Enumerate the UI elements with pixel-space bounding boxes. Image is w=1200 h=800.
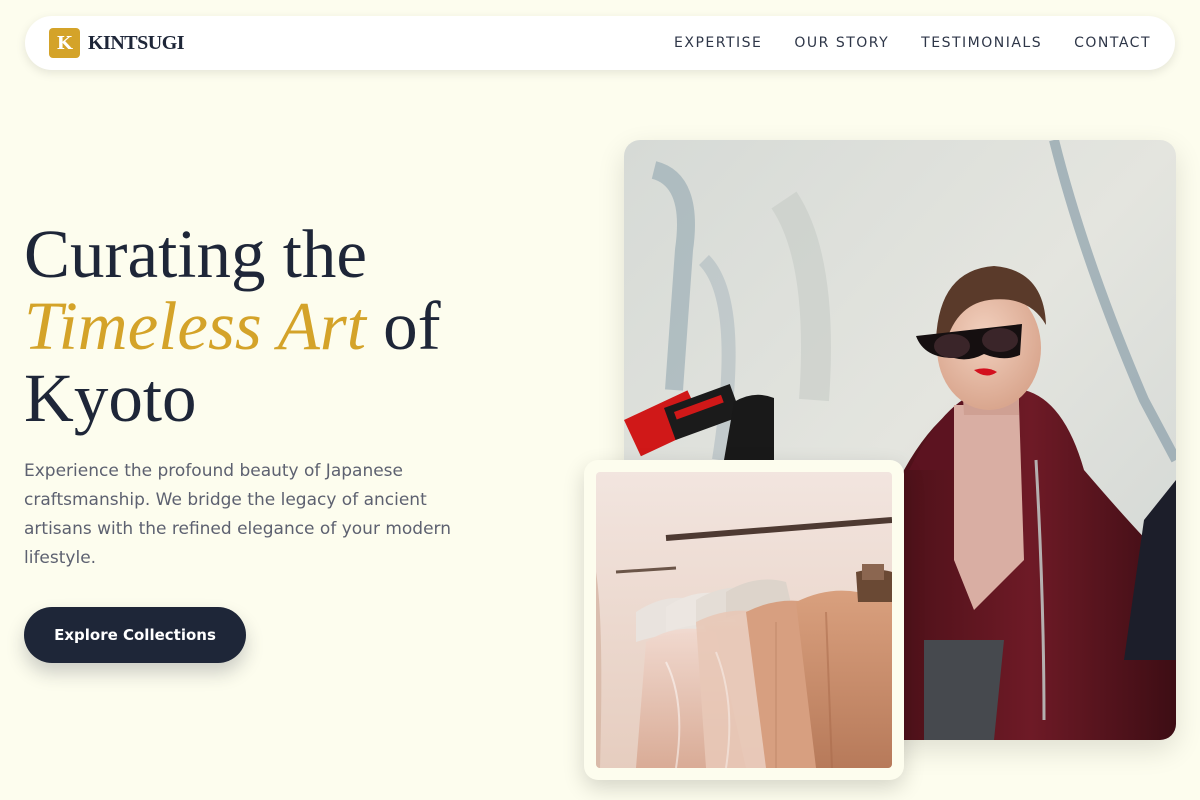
hero-title-accent: Timeless Art: [24, 288, 366, 364]
explore-collections-button[interactable]: Explore Collections: [24, 607, 246, 663]
brand-mark-icon: K: [49, 28, 80, 58]
nav-link-expertise[interactable]: EXPERTISE: [674, 35, 762, 51]
nav-link-testimonials[interactable]: TESTIMONIALS: [921, 35, 1042, 51]
nav-link-contact[interactable]: CONTACT: [1074, 35, 1151, 51]
nav-link-our-story[interactable]: OUR STORY: [794, 35, 889, 51]
brand-logo[interactable]: K KINTSUGI: [49, 28, 185, 58]
brand-name: KINTSUGI: [88, 31, 185, 54]
hero-title-line-3: Kyoto: [24, 360, 197, 436]
hero-description: Experience the profound beauty of Japane…: [24, 461, 452, 568]
clothing-rack-photo: [596, 472, 892, 768]
hero-title-of: of: [383, 288, 441, 364]
detail-photo-frame: [584, 460, 904, 780]
nav-links: EXPERTISE OUR STORY TESTIMONIALS CONTACT: [642, 16, 1151, 70]
top-navigation: K KINTSUGI EXPERTISE OUR STORY TESTIMONI…: [25, 16, 1175, 70]
hero-title-line-1: Curating the: [24, 216, 368, 292]
hero-title: Curating the Timeless Art of Kyoto: [24, 218, 544, 434]
